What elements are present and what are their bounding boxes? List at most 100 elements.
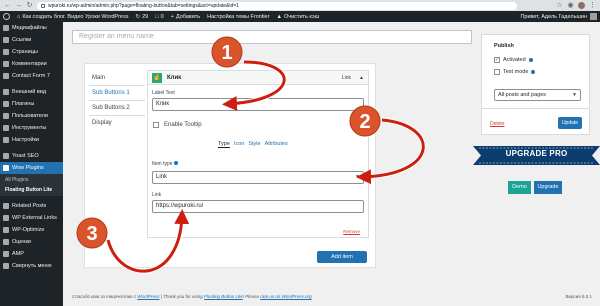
updates-link[interactable]: ↻ 29 (136, 14, 149, 20)
sidebar-item-wow-plugins[interactable]: Wow Plugins (0, 162, 63, 174)
home-icon: ⌂ (17, 13, 21, 20)
test-mode-checkbox[interactable] (494, 69, 500, 75)
item-type-badge: Link (341, 74, 352, 81)
back-icon[interactable]: ← (4, 2, 11, 9)
subtab-type[interactable]: Type (218, 141, 230, 148)
sidebar-item-settings[interactable]: Настройки (0, 134, 63, 146)
theme-customize-link[interactable]: Настройка темы Frontier (207, 14, 269, 20)
sidebar-item-media[interactable]: Медиафайлы (0, 22, 63, 34)
link-icon (3, 37, 9, 43)
chevron-up-icon[interactable]: ▲ (359, 75, 364, 81)
enable-tooltip-checkbox[interactable] (153, 122, 159, 128)
address-bar[interactable]: wpuroki.ru/wp-admin/admin.php?page=float… (37, 1, 517, 10)
subtab-style[interactable]: Style (248, 141, 260, 148)
sidebar-item-comments[interactable]: Комментарии (0, 58, 63, 70)
sidebar-item-appearance[interactable]: Внешний вид (0, 86, 63, 98)
upgrade-button[interactable]: Upgrade (534, 181, 562, 194)
reload-icon[interactable]: ↻ (26, 2, 33, 9)
submenu-floating-button-lite[interactable]: Floating Button Lite (0, 185, 63, 195)
comments-icon: □ (155, 13, 159, 20)
link-input[interactable]: https://wpuroki.ru/ (152, 200, 364, 213)
test-mode-row: Test mode (494, 69, 536, 75)
menu-icon[interactable]: ⋮ (589, 2, 596, 9)
sidebar-item-wp-optimize[interactable]: WP-Optimize (0, 224, 63, 236)
subtab-attributes[interactable]: Attributes (265, 141, 288, 148)
tab-main[interactable]: Main (89, 72, 145, 84)
optimize-icon (3, 227, 9, 233)
pages-select[interactable]: All posts and pages ▼ (494, 89, 581, 101)
sidebar-item-users[interactable]: Пользователи (0, 110, 63, 122)
wordpress-logo-icon[interactable] (3, 13, 10, 20)
item-type-select[interactable]: Link ▼ (152, 171, 364, 184)
label-text-input[interactable]: Клик (152, 98, 364, 111)
sidebar-item-external-links[interactable]: WP External Links (0, 212, 63, 224)
media-icon (3, 25, 9, 31)
comments-link[interactable]: □ 0 (155, 14, 163, 20)
settings-icon (3, 137, 9, 143)
mail-icon (3, 73, 9, 79)
publish-title: Publish (494, 43, 514, 49)
item-header[interactable]: ☝ Клик Link ▲ (148, 71, 368, 85)
collapse-menu-button[interactable]: Свернуть меню (0, 260, 63, 272)
floating-button-link[interactable]: Floating Button Lite (204, 294, 243, 299)
enable-tooltip-label: Enable Tooltip (164, 122, 202, 128)
browser-toolbar: ← → ↻ wpuroki.ru/wp-admin/admin.php?page… (0, 0, 600, 11)
clear-cache-link[interactable]: ▲ Очистить кэш (277, 14, 320, 20)
comment-icon (3, 61, 9, 67)
settings-panel: Main Sub Buttons 1 Sub Buttons 2 Display… (84, 63, 376, 268)
extensions-icon[interactable]: ◉ (567, 2, 574, 9)
user-greeting[interactable]: Привет, Адель Гадельшин (520, 14, 587, 20)
tab-sub-buttons-1[interactable]: Sub Buttons 1 (89, 87, 145, 99)
activated-row: ✓ Activated (494, 57, 533, 63)
link-label: Link (152, 192, 162, 198)
user-avatar[interactable] (590, 13, 597, 20)
sidebar-item-tools[interactable]: Инструменты (0, 122, 63, 134)
add-new-link[interactable]: + Добавить (171, 14, 201, 20)
tab-sub-buttons-2[interactable]: Sub Buttons 2 (89, 102, 145, 114)
yoast-icon (3, 153, 9, 159)
delete-link[interactable]: Delete (490, 121, 504, 127)
update-button[interactable]: Update (558, 117, 582, 129)
forward-icon[interactable]: → (15, 2, 22, 9)
chevron-down-icon: ▼ (355, 174, 360, 180)
wrench-icon (3, 125, 9, 131)
subtab-icon[interactable]: Icon (234, 141, 244, 148)
plus-icon: + (170, 13, 174, 20)
activated-checkbox[interactable]: ✓ (494, 57, 500, 63)
add-item-button[interactable]: Add item (317, 251, 367, 263)
demo-button[interactable]: Demo (508, 181, 531, 194)
item-subtabs: Type Icon Style Attributes (218, 141, 288, 148)
chevron-down-icon: ▼ (572, 92, 577, 98)
external-link-icon (3, 215, 9, 221)
sidebar-item-ratings[interactable]: Оценки (0, 236, 63, 248)
tab-display[interactable]: Display (89, 117, 145, 129)
menu-name-input[interactable]: Register an menu name (72, 30, 472, 44)
item-title: Клик (167, 74, 182, 81)
button-item-card: ☝ Клик Link ▲ Label Text Клик Enable Too… (147, 70, 369, 238)
sidebar-item-yoast[interactable]: Yoast SEO (0, 150, 63, 162)
profile-avatar[interactable] (578, 2, 585, 9)
info-icon (173, 161, 178, 165)
star-icon[interactable]: ☆ (556, 2, 563, 9)
upgrade-pro-banner[interactable]: UPGRADE PRO (473, 143, 600, 168)
sidebar-item-amp[interactable]: AMP (0, 248, 63, 260)
submenu-all-plugins[interactable]: All Plugins (0, 175, 63, 185)
wp-version: Версия 6.0.1 (565, 294, 592, 299)
sidebar-item-links[interactable]: Ссылки (0, 34, 63, 46)
sidebar-item-contact-form[interactable]: Contact Form 7 (0, 70, 63, 82)
remove-item-link[interactable]: Remove (343, 229, 360, 234)
hand-pointer-icon: ☝ (152, 72, 162, 83)
wordpress-link[interactable]: WordPress (137, 294, 159, 299)
rate-us-link[interactable]: rate us on WordPress.org (260, 294, 311, 299)
sidebar-item-plugins[interactable]: Плагины (0, 98, 63, 110)
item-type-label: Item type (152, 161, 178, 167)
brush-icon (3, 89, 9, 95)
sidebar-item-related-posts[interactable]: Related Posts (0, 200, 63, 212)
annotation-number-1: 1 (221, 42, 232, 64)
lock-icon (41, 3, 45, 8)
star-icon (3, 239, 9, 245)
url-text: wpuroki.ru/wp-admin/admin.php?page=float… (48, 2, 239, 9)
site-name-link[interactable]: ⌂ Как создать блог. Видео Уроки WordPress (17, 14, 129, 20)
page-icon (3, 49, 9, 55)
sidebar-item-pages[interactable]: Страницы (0, 46, 63, 58)
